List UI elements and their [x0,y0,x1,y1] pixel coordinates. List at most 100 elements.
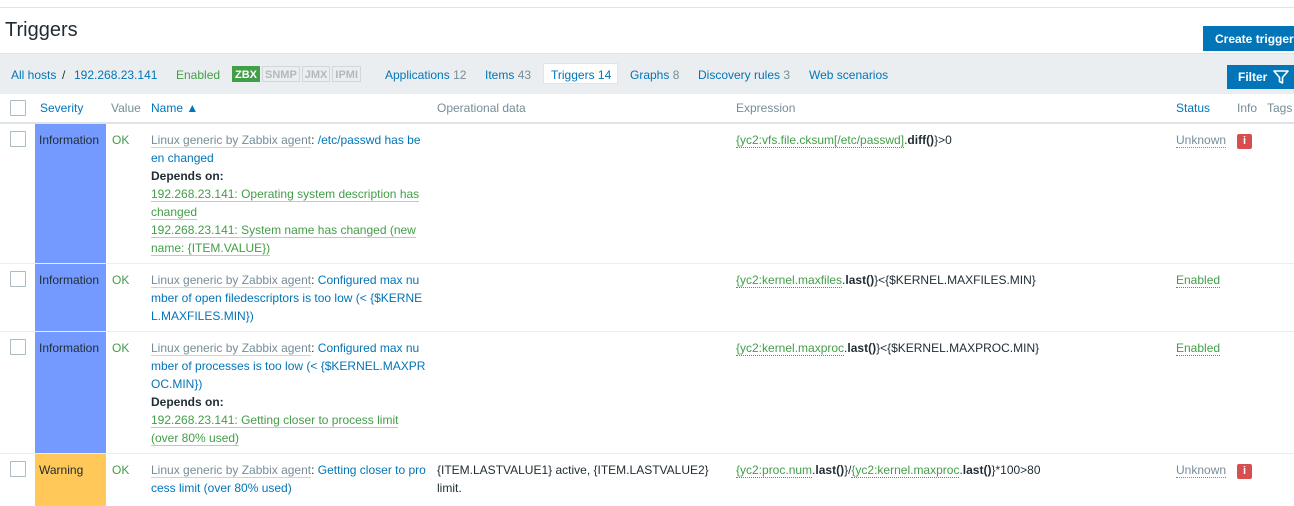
expression-item-link[interactable]: {yc2:kernel.maxproc [851,463,960,478]
all-hosts-link[interactable]: All hosts [11,68,56,82]
status-cell: Enabled [1176,263,1237,332]
col-severity[interactable]: Severity [35,94,106,124]
table-row: Warning OK Linux generic by Zabbix agent… [0,453,1294,504]
info-cell: i [1237,123,1267,264]
opdata-part-1: {ITEM.LASTVALUE1} active, {ITEM.LASTVALU… [437,463,709,477]
value-cell: OK [106,453,151,504]
select-all-checkbox[interactable] [10,99,26,116]
expression-rest: }<{$KERNEL.MAXFILES.MIN} [874,273,1036,287]
items-label: Items [485,68,515,82]
template-link[interactable]: Linux generic by Zabbix agent [151,341,312,356]
expression-item-link[interactable]: {yc2:kernel.maxfiles [736,273,843,288]
value-cell: OK [106,331,151,454]
dependency-part-1: 192.268.23.141: Getting closer to proces… [151,413,399,427]
row-select-cell [0,331,35,454]
col-operational-data: Operational data [437,94,736,124]
name-part-2: en changed [151,151,214,165]
dependency-part-1: 192.268.23.141: System name has changed … [151,223,416,237]
dependency-part-2: changed [151,205,198,219]
info-cell [1237,263,1267,332]
expression-item-link[interactable]: {yc2:kernel.maxproc [736,341,845,356]
expression-item-link[interactable]: {yc2:proc.num [736,463,813,478]
problem-info-icon[interactable]: i [1237,464,1252,479]
snmp-badge: SNMP [262,66,300,82]
problem-info-icon[interactable]: i [1237,134,1252,149]
colon: : [311,463,318,477]
tags-cell [1267,123,1294,264]
filter-button[interactable]: Filter [1227,65,1294,89]
depends-on-label: Depends on: [151,395,224,409]
name-part-1: Configured max nu [317,341,420,355]
tags-cell [1267,263,1294,332]
col-tags: Tags [1267,94,1294,124]
status-cell: Unknown [1176,453,1237,504]
expression-function: last() [962,463,992,477]
select-all-cell [0,94,35,124]
status-cell: Enabled [1176,331,1237,454]
info-cell: i [1237,453,1267,504]
name-part-2: mber of processes is too low (< {$KERNEL… [151,359,426,373]
availability-badges: ZBX SNMP JMX IPMI [232,66,363,82]
dependency-link[interactable]: 192.268.23.141: Getting closer to proces… [151,413,399,446]
operational-data-cell: {ITEM.LASTVALUE1} active, {ITEM.LASTVALU… [437,453,736,504]
operational-data-cell [437,331,736,454]
status-toggle[interactable]: Enabled [1176,273,1221,288]
expression-cell: {yc2:vfs.file.cksum[/etc/passwd].diff()}… [736,123,1176,264]
ipmi-badge: IPMI [332,66,362,82]
expression-cell: {yc2:proc.num.last()}/{yc2:kernel.maxpro… [736,453,1176,504]
col-name[interactable]: Name ▲ [151,94,437,124]
table-header-row: Severity Value Name ▲ Operational data E… [0,94,1294,124]
graphs-label: Graphs [630,68,670,82]
tab-applications[interactable]: Applications 12 [385,68,466,82]
name-part-2: cess limit (over 80% used) [151,481,292,495]
tab-items[interactable]: Items 43 [485,68,531,82]
top-strip [0,0,1294,8]
trigger-name-cell: Linux generic by Zabbix agent: /etc/pass… [151,123,437,264]
trigger-name-cell: Linux generic by Zabbix agent: Getting c… [151,453,437,504]
host-status-enabled[interactable]: Enabled [176,68,220,82]
create-trigger-button[interactable]: Create trigger [1203,26,1294,51]
triggers-table: Severity Value Name ▲ Operational data E… [0,94,1294,504]
table-row: Information OK Linux generic by Zabbix a… [0,263,1294,332]
tab-discovery-rules[interactable]: Discovery rules 3 [698,68,790,82]
row-checkbox[interactable] [10,131,26,147]
page-header: Triggers Create trigger [0,8,1294,53]
tags-cell [1267,331,1294,454]
dependency-part-1: 192.268.23.141: Operating system descrip… [151,187,420,201]
host-link[interactable]: 192.268.23.141 [74,68,157,82]
tab-graphs[interactable]: Graphs 8 [630,68,679,82]
zbx-badge: ZBX [232,66,260,82]
row-checkbox[interactable] [10,461,26,477]
dependency-link[interactable]: 192.268.23.141: Operating system descrip… [151,187,420,220]
dependency-link[interactable]: 192.268.23.141: System name has changed … [151,223,416,256]
severity-cell: Information [35,263,106,332]
operational-data-cell [437,123,736,264]
row-checkbox[interactable] [10,339,26,355]
template-link[interactable]: Linux generic by Zabbix agent [151,463,312,478]
name-part-1: /etc/passwd has be [317,133,421,147]
row-checkbox[interactable] [10,271,26,287]
col-status[interactable]: Status [1176,94,1237,124]
filter-label: Filter [1238,70,1268,84]
value-cell: OK [106,263,151,332]
discovery-count: 3 [783,68,791,82]
col-expression: Expression [736,94,1176,124]
tab-web-scenarios[interactable]: Web scenarios [809,68,888,82]
template-link[interactable]: Linux generic by Zabbix agent [151,133,312,148]
row-select-cell [0,453,35,504]
info-cell [1237,331,1267,454]
status-toggle[interactable]: Unknown [1176,463,1227,478]
colon: : [311,341,318,355]
template-link[interactable]: Linux generic by Zabbix agent [151,273,312,288]
status-toggle[interactable]: Enabled [1176,341,1221,356]
depends-on-label: Depends on: [151,169,224,183]
expression-item-link[interactable]: {yc2:vfs.file.cksum[/etc/passwd] [736,133,905,148]
graphs-count: 8 [672,68,680,82]
breadcrumb-separator: / [62,68,66,82]
severity-cell: Warning [35,453,106,504]
expression-function: last() [845,273,875,287]
expression-cell: {yc2:kernel.maxfiles.last()}<{$KERNEL.MA… [736,263,1176,332]
status-toggle[interactable]: Unknown [1176,133,1227,148]
tab-triggers[interactable]: Triggers 14 [543,63,619,84]
value-cell: OK [106,123,151,264]
